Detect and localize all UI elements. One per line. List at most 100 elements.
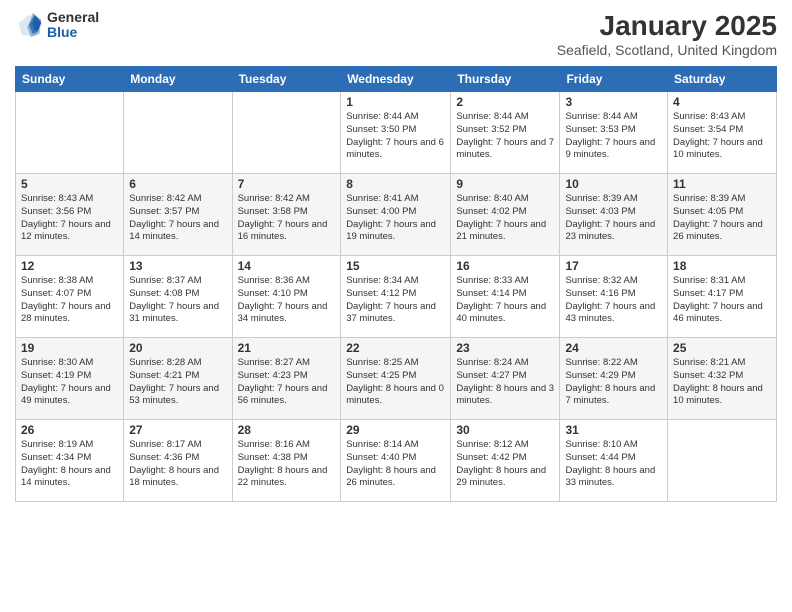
day-number: 2 (456, 95, 554, 109)
day-info: Sunrise: 8:40 AM Sunset: 4:02 PM Dayligh… (456, 193, 554, 244)
table-row: 17Sunrise: 8:32 AM Sunset: 4:16 PM Dayli… (560, 256, 668, 338)
logo-text: General Blue (47, 10, 99, 41)
table-row: 10Sunrise: 8:39 AM Sunset: 4:03 PM Dayli… (560, 174, 668, 256)
table-row: 19Sunrise: 8:30 AM Sunset: 4:19 PM Dayli… (16, 338, 124, 420)
day-info: Sunrise: 8:22 AM Sunset: 4:29 PM Dayligh… (565, 357, 662, 408)
day-info: Sunrise: 8:30 AM Sunset: 4:19 PM Dayligh… (21, 357, 118, 408)
day-number: 21 (238, 341, 336, 355)
logo-blue-text: Blue (47, 25, 99, 40)
col-sunday: Sunday (16, 67, 124, 92)
location: Seafield, Scotland, United Kingdom (557, 42, 777, 58)
table-row: 7Sunrise: 8:42 AM Sunset: 3:58 PM Daylig… (232, 174, 341, 256)
calendar-table: Sunday Monday Tuesday Wednesday Thursday… (15, 66, 777, 502)
table-row: 14 Sunrise: 8:36 AM Sunset: 4:10 PM Dayli… (232, 256, 341, 338)
day-info: Sunrise: 8:44 AM Sunset: 3:52 PM Dayligh… (456, 111, 554, 162)
calendar-week-row: 12 Sunrise: 8:38 AM Sunset: 4:07 PM Dayli… (16, 256, 777, 338)
table-row: 1 Sunrise: 8:44 AM Sunset: 3:50 PM Daylig… (341, 92, 451, 174)
day-info: Sunrise: 8:44 AM Sunset: 3:53 PM Dayligh… (565, 111, 662, 162)
day-number: 3 (565, 95, 662, 109)
day-number: 22 (346, 341, 445, 355)
table-row: 22 Sunrise: 8:25 AM Sunset: 4:25 PM Dayli… (341, 338, 451, 420)
table-row: 3 Sunrise: 8:44 AM Sunset: 3:53 PM Daylig… (560, 92, 668, 174)
calendar-week-row: 1 Sunrise: 8:44 AM Sunset: 3:50 PM Daylig… (16, 92, 777, 174)
table-row: 20 Sunrise: 8:28 AM Sunset: 4:21 PM Dayli… (124, 338, 232, 420)
day-info: Sunrise: 8:28 AM Sunset: 4:21 PM Dayligh… (129, 357, 226, 408)
day-info: Sunrise: 8:34 AM Sunset: 4:12 PM Dayligh… (346, 275, 445, 326)
day-info: Sunrise: 8:16 AM Sunset: 4:38 PM Dayligh… (238, 439, 336, 490)
table-row: 29 Sunrise: 8:14 AM Sunset: 4:40 PM Dayli… (341, 420, 451, 502)
day-number: 31 (565, 423, 662, 437)
table-row: 15 Sunrise: 8:34 AM Sunset: 4:12 PM Dayli… (341, 256, 451, 338)
col-wednesday: Wednesday (341, 67, 451, 92)
day-number: 16 (456, 259, 554, 273)
day-number: 14 (238, 259, 336, 273)
col-friday: Friday (560, 67, 668, 92)
day-number: 12 (21, 259, 118, 273)
day-number: 9 (456, 177, 554, 191)
day-info: Sunrise: 8:27 AM Sunset: 4:23 PM Dayligh… (238, 357, 336, 408)
day-number: 26 (21, 423, 118, 437)
col-saturday: Saturday (668, 67, 777, 92)
day-info: Sunrise: 8:43 AM Sunset: 3:56 PM Dayligh… (21, 193, 118, 244)
table-row (124, 92, 232, 174)
day-number: 20 (129, 341, 226, 355)
calendar-week-row: 19Sunrise: 8:30 AM Sunset: 4:19 PM Dayli… (16, 338, 777, 420)
day-info: Sunrise: 8:25 AM Sunset: 4:25 PM Dayligh… (346, 357, 445, 408)
day-info: Sunrise: 8:17 AM Sunset: 4:36 PM Dayligh… (129, 439, 226, 490)
calendar-header-row: Sunday Monday Tuesday Wednesday Thursday… (16, 67, 777, 92)
day-info: Sunrise: 8:14 AM Sunset: 4:40 PM Dayligh… (346, 439, 445, 490)
table-row: 4Sunrise: 8:43 AM Sunset: 3:54 PM Daylig… (668, 92, 777, 174)
table-row: 26 Sunrise: 8:19 AM Sunset: 4:34 PM Dayli… (16, 420, 124, 502)
table-row: 30 Sunrise: 8:12 AM Sunset: 4:42 PM Dayli… (451, 420, 560, 502)
table-row: 12 Sunrise: 8:38 AM Sunset: 4:07 PM Dayli… (16, 256, 124, 338)
header: General Blue January 2025 Seafield, Scot… (15, 10, 777, 58)
table-row: 31 Sunrise: 8:10 AM Sunset: 4:44 PM Dayli… (560, 420, 668, 502)
table-row: 16Sunrise: 8:33 AM Sunset: 4:14 PM Dayli… (451, 256, 560, 338)
table-row (668, 420, 777, 502)
table-row: 6 Sunrise: 8:42 AM Sunset: 3:57 PM Daylig… (124, 174, 232, 256)
day-info: Sunrise: 8:41 AM Sunset: 4:00 PM Dayligh… (346, 193, 445, 244)
day-number: 5 (21, 177, 118, 191)
day-info: Sunrise: 8:38 AM Sunset: 4:07 PM Dayligh… (21, 275, 118, 326)
day-number: 17 (565, 259, 662, 273)
day-number: 30 (456, 423, 554, 437)
table-row: 11 Sunrise: 8:39 AM Sunset: 4:05 PM Dayli… (668, 174, 777, 256)
calendar-week-row: 26 Sunrise: 8:19 AM Sunset: 4:34 PM Dayli… (16, 420, 777, 502)
day-info: Sunrise: 8:42 AM Sunset: 3:57 PM Dayligh… (129, 193, 226, 244)
day-info: Sunrise: 8:39 AM Sunset: 4:03 PM Dayligh… (565, 193, 662, 244)
day-info: Sunrise: 8:24 AM Sunset: 4:27 PM Dayligh… (456, 357, 554, 408)
day-info: Sunrise: 8:21 AM Sunset: 4:32 PM Dayligh… (673, 357, 771, 408)
col-tuesday: Tuesday (232, 67, 341, 92)
day-info: Sunrise: 8:10 AM Sunset: 4:44 PM Dayligh… (565, 439, 662, 490)
table-row: 18Sunrise: 8:31 AM Sunset: 4:17 PM Dayli… (668, 256, 777, 338)
day-number: 13 (129, 259, 226, 273)
day-number: 8 (346, 177, 445, 191)
day-number: 23 (456, 341, 554, 355)
day-number: 11 (673, 177, 771, 191)
calendar-week-row: 5 Sunrise: 8:43 AM Sunset: 3:56 PM Daylig… (16, 174, 777, 256)
day-info: Sunrise: 8:36 AM Sunset: 4:10 PM Dayligh… (238, 275, 336, 326)
table-row: 5 Sunrise: 8:43 AM Sunset: 3:56 PM Daylig… (16, 174, 124, 256)
day-number: 27 (129, 423, 226, 437)
day-info: Sunrise: 8:39 AM Sunset: 4:05 PM Dayligh… (673, 193, 771, 244)
month-title: January 2025 (557, 10, 777, 42)
table-row: 24 Sunrise: 8:22 AM Sunset: 4:29 PM Dayli… (560, 338, 668, 420)
table-row (16, 92, 124, 174)
day-number: 24 (565, 341, 662, 355)
day-number: 29 (346, 423, 445, 437)
day-number: 15 (346, 259, 445, 273)
day-number: 1 (346, 95, 445, 109)
day-info: Sunrise: 8:44 AM Sunset: 3:50 PM Dayligh… (346, 111, 445, 162)
col-thursday: Thursday (451, 67, 560, 92)
logo-icon (15, 11, 43, 39)
day-info: Sunrise: 8:19 AM Sunset: 4:34 PM Dayligh… (21, 439, 118, 490)
col-monday: Monday (124, 67, 232, 92)
table-row: 28Sunrise: 8:16 AM Sunset: 4:38 PM Dayli… (232, 420, 341, 502)
table-row: 27 Sunrise: 8:17 AM Sunset: 4:36 PM Dayli… (124, 420, 232, 502)
table-row: 23 Sunrise: 8:24 AM Sunset: 4:27 PM Dayli… (451, 338, 560, 420)
day-info: Sunrise: 8:12 AM Sunset: 4:42 PM Dayligh… (456, 439, 554, 490)
day-number: 6 (129, 177, 226, 191)
title-section: January 2025 Seafield, Scotland, United … (557, 10, 777, 58)
table-row (232, 92, 341, 174)
day-info: Sunrise: 8:31 AM Sunset: 4:17 PM Dayligh… (673, 275, 771, 326)
